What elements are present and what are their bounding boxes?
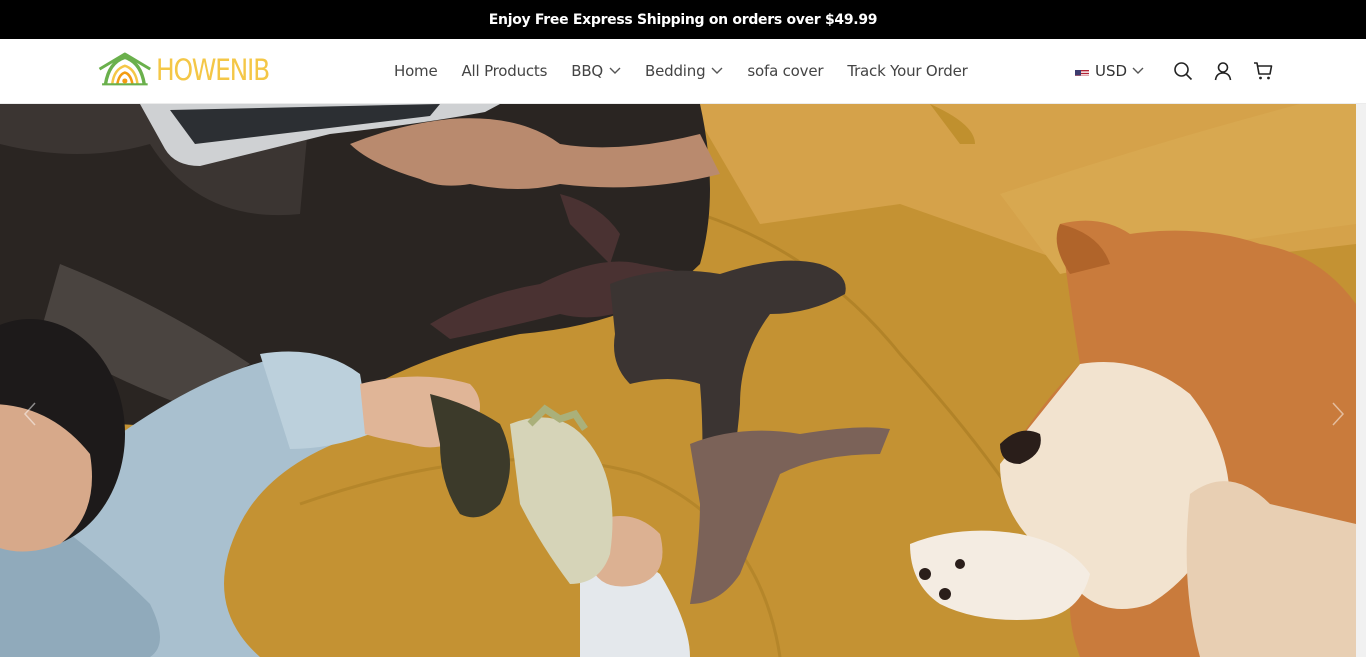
nav-bbq-label: BBQ xyxy=(571,62,604,80)
nav-bbq[interactable]: BBQ xyxy=(571,62,621,80)
nav-home[interactable]: Home xyxy=(394,62,438,80)
page-scrollbar[interactable] xyxy=(1356,104,1366,657)
chevron-down-icon xyxy=(1132,67,1144,75)
nav-sofa-cover-label: sofa cover xyxy=(747,62,824,80)
chevron-down-icon xyxy=(609,67,621,75)
nav-all-products[interactable]: All Products xyxy=(462,62,548,80)
slide-prev-arrow[interactable] xyxy=(18,394,42,434)
nav-home-label: Home xyxy=(394,62,438,80)
announcement-text: Enjoy Free Express Shipping on orders ov… xyxy=(488,11,878,28)
site-header: HOWENIB Home All Products BBQ Bedding so… xyxy=(0,39,1366,104)
search-icon[interactable] xyxy=(1172,60,1194,82)
us-flag-icon xyxy=(1075,66,1089,76)
hero-image xyxy=(0,104,1356,657)
hero-banner[interactable] xyxy=(0,104,1356,657)
logo-house-icon xyxy=(98,52,151,86)
logo-text: HOWENIB xyxy=(155,53,270,87)
nav-bedding[interactable]: Bedding xyxy=(645,62,723,80)
cart-icon[interactable] xyxy=(1252,60,1274,82)
nav-bedding-label: Bedding xyxy=(645,62,706,80)
main-nav: Home All Products BBQ Bedding sofa cover… xyxy=(394,39,992,103)
currency-selector[interactable]: USD xyxy=(1075,61,1144,81)
nav-sofa-cover[interactable]: sofa cover xyxy=(747,62,823,80)
chevron-down-icon xyxy=(711,67,723,75)
account-icon[interactable] xyxy=(1212,60,1234,82)
currency-label: USD xyxy=(1095,62,1128,80)
nav-track-order-label: Track Your Order xyxy=(847,62,968,80)
nav-track-order[interactable]: Track Your Order xyxy=(847,62,967,80)
logo[interactable]: HOWENIB xyxy=(97,47,287,93)
announcement-bar: Enjoy Free Express Shipping on orders ov… xyxy=(0,0,1366,39)
slide-next-arrow[interactable] xyxy=(1326,394,1350,434)
nav-all-products-label: All Products xyxy=(461,62,548,80)
